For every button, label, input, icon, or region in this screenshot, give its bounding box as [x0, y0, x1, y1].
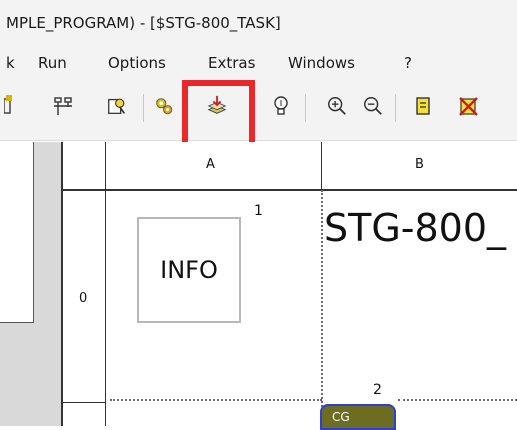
grid-line	[321, 142, 322, 190]
gears-icon[interactable]	[153, 94, 175, 118]
dotted-grid-line	[398, 399, 517, 401]
info-label: INFO	[160, 256, 218, 284]
highlight-box	[182, 80, 255, 148]
menu-item-run[interactable]: Run	[38, 54, 67, 72]
toolbar-separator	[395, 94, 396, 122]
yellow-list-icon[interactable]	[412, 94, 434, 118]
info-box[interactable]: INFO	[137, 217, 241, 323]
grid-line	[105, 142, 106, 426]
dotted-grid-line	[110, 399, 322, 401]
grid-line	[61, 142, 63, 426]
program-title-text: STG-800_	[324, 206, 507, 250]
menu-item-help[interactable]: ?	[404, 54, 412, 72]
find-icon[interactable]	[106, 94, 128, 118]
network-number: 2	[373, 382, 382, 398]
toolbar-separator	[143, 94, 144, 122]
column-header-bar	[62, 142, 517, 190]
toolbar-separator	[305, 94, 306, 122]
menu-item-options[interactable]: Options	[108, 54, 166, 72]
grid-line	[62, 402, 106, 403]
menu-bar: k Run Options Extras Windows ?	[0, 44, 517, 78]
cg-function-block[interactable]: CG	[320, 404, 396, 430]
partial-tool-icon[interactable]	[0, 94, 22, 118]
network-number: 1	[254, 203, 263, 219]
zoom-out-icon[interactable]	[362, 94, 384, 118]
row-label-0: 0	[79, 291, 88, 306]
left-panel	[0, 142, 34, 323]
menu-item-partial[interactable]: k	[6, 54, 15, 72]
menu-item-extras[interactable]: Extras	[208, 54, 255, 72]
network-icon[interactable]	[52, 94, 74, 118]
dotted-grid-line	[321, 190, 323, 426]
column-label-b: B	[415, 157, 424, 172]
window-title: MPLE_PROGRAM) - [$STG-800_TASK]	[6, 14, 281, 32]
delete-red-icon[interactable]	[458, 94, 480, 118]
zoom-in-icon[interactable]	[326, 94, 348, 118]
column-label-a: A	[206, 157, 215, 172]
row-header-bar	[62, 190, 106, 426]
bulb-icon[interactable]	[270, 94, 292, 118]
grid-line	[62, 189, 517, 191]
title-bar: MPLE_PROGRAM) - [$STG-800_TASK]	[0, 0, 517, 44]
toolbar	[0, 78, 517, 141]
menu-item-windows[interactable]: Windows	[288, 54, 355, 72]
cg-block-label: CG	[332, 410, 350, 424]
